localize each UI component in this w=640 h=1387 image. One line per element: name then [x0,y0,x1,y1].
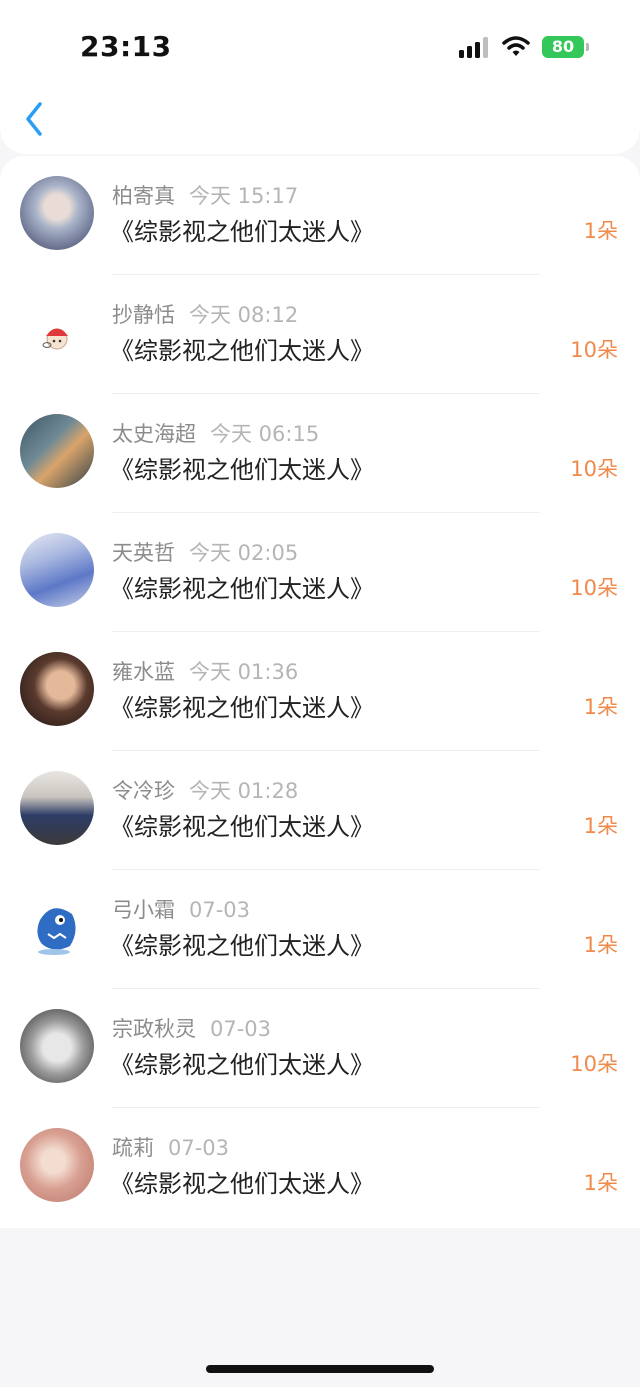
list-item[interactable]: 天英哲 今天 02:05 《综影视之他们太迷人》 10朵 [0,513,640,632]
user-name: 天英哲 [112,541,175,565]
gift-amount: 1朵 [583,814,618,838]
user-name: 宗政秋灵 [112,1017,196,1041]
item-time: 今天 01:36 [189,660,299,684]
list-item[interactable]: 疏莉 07-03 《综影视之他们太迷人》 1朵 [0,1108,640,1227]
book-title: 《综影视之他们太迷人》 [110,337,374,365]
top-bar: 23:13 80 [0,0,640,154]
user-name: 太史海超 [112,422,196,446]
avatar [20,890,94,964]
user-name: 抄静恬 [112,303,175,327]
gift-amount: 10朵 [570,1052,618,1076]
user-name: 令冷珍 [112,779,175,803]
gift-amount: 1朵 [583,933,618,957]
avatar [20,295,94,369]
item-time: 今天 15:17 [189,184,299,208]
item-time: 07-03 [189,898,251,922]
gift-amount: 10朵 [570,457,618,481]
status-time: 23:13 [80,30,172,63]
list-item[interactable]: 令冷珍 今天 01:28 《综影视之他们太迷人》 1朵 [0,751,640,870]
item-meta: 弓小霜 07-03 [112,894,250,924]
user-name: 疏莉 [112,1136,154,1160]
item-meta: 疏莉 07-03 [112,1132,229,1162]
list-item[interactable]: 太史海超 今天 06:15 《综影视之他们太迷人》 10朵 [0,394,640,513]
blue-monster-cartoon-icon [37,908,76,955]
cellular-signal-icon [459,36,491,58]
book-title: 《综影视之他们太迷人》 [110,932,374,960]
book-title: 《综影视之他们太迷人》 [110,456,374,484]
item-meta: 抄静恬 今天 08:12 [112,299,298,329]
list-item[interactable]: 柏寄真 今天 15:17 《综影视之他们太迷人》 1朵 [0,156,640,275]
book-title: 《综影视之他们太迷人》 [110,575,374,603]
user-name: 柏寄真 [112,184,175,208]
item-time: 07-03 [168,1136,230,1160]
book-title: 《综影视之他们太迷人》 [110,218,374,246]
home-indicator[interactable] [206,1365,434,1373]
wifi-icon [502,36,530,56]
battery-cap [586,43,589,51]
item-meta: 柏寄真 今天 15:17 [112,180,298,210]
avatar [20,771,94,845]
book-title: 《综影视之他们太迷人》 [110,694,374,722]
back-chevron-icon[interactable] [20,98,50,140]
avatar [20,1009,94,1083]
item-meta: 天英哲 今天 02:05 [112,537,298,567]
gift-amount: 10朵 [570,576,618,600]
avatar [20,533,94,607]
gift-amount: 1朵 [583,1171,618,1195]
avatar [20,652,94,726]
battery-level: 80 [542,36,584,58]
gift-amount: 10朵 [570,338,618,362]
avatar [20,1128,94,1202]
cartoon-avatar-icon [42,328,68,350]
user-name: 雍水蓝 [112,660,175,684]
item-time: 今天 01:28 [189,779,299,803]
gift-amount: 1朵 [583,695,618,719]
item-meta: 令冷珍 今天 01:28 [112,775,298,805]
user-name: 弓小霜 [112,898,175,922]
list-item[interactable]: 宗政秋灵 07-03 《综影视之他们太迷人》 10朵 [0,989,640,1108]
book-title: 《综影视之他们太迷人》 [110,1170,374,1198]
gift-amount: 1朵 [583,219,618,243]
item-meta: 太史海超 今天 06:15 [112,418,319,448]
book-title: 《综影视之他们太迷人》 [110,813,374,841]
list-item[interactable]: 抄静恬 今天 08:12 《综影视之他们太迷人》 10朵 [0,275,640,394]
list-item[interactable]: 雍水蓝 今天 01:36 《综影视之他们太迷人》 1朵 [0,632,640,751]
item-meta: 宗政秋灵 07-03 [112,1013,271,1043]
item-time: 07-03 [210,1017,272,1041]
item-time: 今天 02:05 [189,541,299,565]
book-title: 《综影视之他们太迷人》 [110,1051,374,1079]
list-item[interactable]: 弓小霜 07-03 《综影视之他们太迷人》 1朵 [0,870,640,989]
avatar [20,176,94,250]
item-time: 今天 06:15 [210,422,320,446]
item-time: 今天 08:12 [189,303,299,327]
avatar [20,414,94,488]
gift-record-list: 柏寄真 今天 15:17 《综影视之他们太迷人》 1朵 抄静恬 今天 08:12 《… [0,156,640,1228]
item-meta: 雍水蓝 今天 01:36 [112,656,298,686]
